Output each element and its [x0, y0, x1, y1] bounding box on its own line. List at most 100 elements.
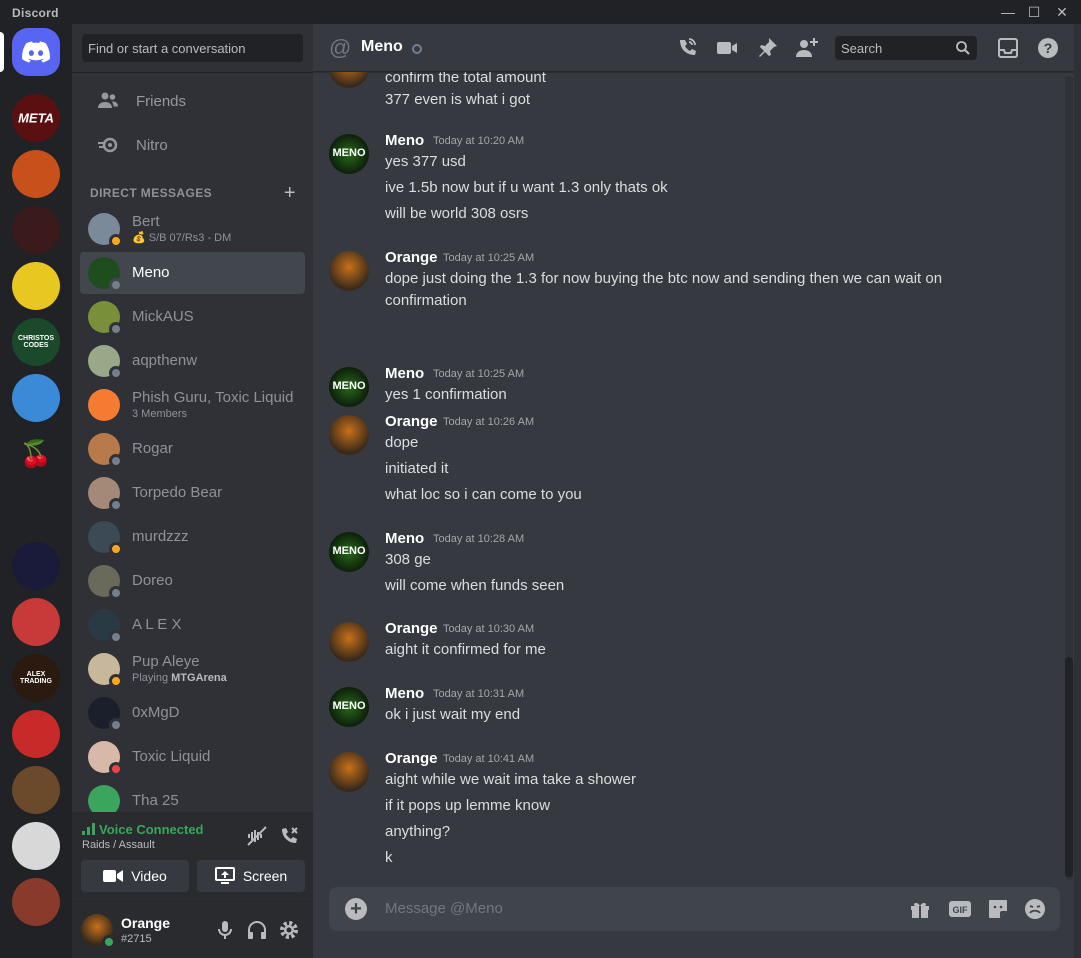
dm-item[interactable]: A L E X — [80, 604, 305, 646]
dm-item[interactable]: Torpedo Bear — [80, 472, 305, 514]
server-icon[interactable]: 🍒 — [12, 430, 60, 478]
emoji-picker-icon[interactable] — [1023, 897, 1047, 921]
server-icon[interactable] — [12, 262, 60, 310]
message-avatar[interactable] — [329, 415, 369, 455]
nav-nitro-label: Nitro — [136, 136, 168, 154]
scrollbar-thumb[interactable] — [1065, 657, 1073, 877]
title-bar: Discord — ☐ ✕ — [0, 0, 1081, 24]
message-avatar[interactable]: MENO — [329, 687, 369, 727]
add-attachment-plus-icon[interactable]: + — [345, 898, 367, 920]
dm-item[interactable]: Bert 💰 S/B 07/Rs3 - DM — [80, 208, 305, 250]
message-avatar[interactable]: MENO — [329, 134, 369, 174]
message-avatar[interactable] — [329, 251, 369, 291]
server-icon[interactable] — [12, 598, 60, 646]
dm-subtext: 💰 S/B 07/Rs3 - DM — [132, 232, 232, 244]
user-name[interactable]: Orange — [121, 915, 170, 931]
dm-item[interactable]: Phish Guru, Toxic Liquid 3 Members — [80, 384, 305, 426]
dm-recipient-name[interactable]: Meno — [361, 38, 403, 56]
screen-label: Screen — [242, 868, 288, 884]
find-conversation-input[interactable]: Find or start a conversation — [82, 34, 303, 62]
nav-nitro[interactable]: Nitro — [80, 124, 305, 166]
server-icon[interactable] — [12, 710, 60, 758]
message-avatar[interactable]: MENO — [329, 367, 369, 407]
message-author[interactable]: Orange — [385, 620, 438, 637]
voice-call-icon[interactable] — [675, 36, 699, 60]
message-author[interactable]: Meno — [385, 530, 424, 547]
minimize-button[interactable]: — — [997, 2, 1019, 22]
video-button[interactable]: Video — [81, 860, 189, 892]
server-icon[interactable] — [12, 374, 60, 422]
nav-friends[interactable]: Friends — [80, 80, 305, 122]
server-icon[interactable] — [12, 878, 60, 926]
screen-share-button[interactable]: Screen — [197, 860, 305, 892]
server-icon[interactable]: ALEX TRADING — [12, 654, 60, 702]
dm-item[interactable]: MickAUS — [80, 296, 305, 338]
dm-name: murdzzz — [132, 528, 189, 545]
message-timestamp: Today at 10:20 AM — [433, 135, 525, 147]
dm-item[interactable]: Meno — [80, 252, 305, 294]
dm-item[interactable]: Pup Aleye Playing MTGArena — [80, 648, 305, 690]
message-avatar[interactable] — [329, 72, 369, 88]
message-author[interactable]: Orange — [385, 750, 438, 767]
home-button[interactable] — [12, 28, 60, 76]
search-input[interactable]: Search — [835, 36, 977, 60]
message-composer[interactable]: + Message @Meno GIF — [329, 887, 1060, 931]
server-icon[interactable] — [12, 206, 60, 254]
voice-channel-label[interactable]: Raids / Assault — [82, 839, 155, 851]
status-offline-icon — [109, 630, 123, 644]
dm-item[interactable]: 0xMgD — [80, 692, 305, 734]
video-call-icon[interactable] — [715, 36, 739, 60]
create-dm-plus-icon[interactable]: + — [284, 182, 296, 205]
gift-icon[interactable] — [908, 897, 932, 921]
pinned-messages-icon[interactable] — [755, 36, 779, 60]
maximize-button[interactable]: ☐ — [1023, 2, 1045, 22]
settings-gear-icon[interactable] — [277, 918, 301, 942]
close-button[interactable]: ✕ — [1051, 2, 1073, 22]
help-icon[interactable]: ? — [1036, 36, 1060, 60]
status-offline-icon — [109, 454, 123, 468]
dm-subtext: 3 Members — [132, 408, 188, 420]
sticker-icon[interactable] — [986, 897, 1010, 921]
message-text: initiated it — [385, 460, 449, 477]
server-icon[interactable]: CHRISTOS CODES — [12, 318, 60, 366]
dm-item[interactable]: murdzzz — [80, 516, 305, 558]
dm-item[interactable]: Doreo — [80, 560, 305, 602]
dm-avatar — [88, 521, 123, 556]
server-label: CHRISTOS CODES — [17, 335, 55, 349]
message-author[interactable]: Orange — [385, 249, 438, 266]
server-icon[interactable] — [12, 542, 60, 590]
avatar-logo-text: MENO — [332, 380, 366, 392]
server-icon[interactable] — [12, 766, 60, 814]
message-author[interactable]: Orange — [385, 413, 438, 430]
message-text: what loc so i can come to you — [385, 486, 582, 503]
message-avatar[interactable] — [329, 622, 369, 662]
message-text: will be world 308 osrs — [385, 205, 529, 222]
inbox-icon[interactable] — [996, 36, 1020, 60]
voice-status[interactable]: Voice Connected — [82, 822, 204, 837]
dm-item[interactable]: Toxic Liquid — [80, 736, 305, 778]
message-avatar[interactable]: MENO — [329, 532, 369, 572]
message-avatar[interactable] — [329, 752, 369, 792]
message-author[interactable]: Meno — [385, 685, 424, 702]
message-input-placeholder[interactable]: Message @Meno — [385, 900, 503, 917]
message-author[interactable]: Meno — [385, 132, 424, 149]
server-icon[interactable] — [12, 822, 60, 870]
message-author[interactable]: Meno — [385, 365, 424, 382]
microphone-icon[interactable] — [213, 918, 237, 942]
disconnect-icon[interactable] — [277, 824, 301, 848]
server-icon[interactable] — [12, 486, 60, 534]
gif-icon[interactable]: GIF — [948, 897, 972, 921]
headphones-icon[interactable] — [245, 918, 269, 942]
dm-item[interactable]: aqpthenw — [80, 340, 305, 382]
server-icon[interactable] — [12, 150, 60, 198]
dm-avatar — [88, 741, 123, 776]
message-text: confirm the total amount — [385, 72, 546, 86]
message-group: MENO Meno Today at 10:31 AM ok i just wait … — [313, 685, 1053, 733]
user-status-online-icon — [102, 935, 116, 949]
dm-item[interactable]: Tha 25 — [80, 780, 305, 812]
dm-item[interactable]: Rogar — [80, 428, 305, 470]
noise-suppression-icon[interactable] — [245, 824, 269, 848]
add-friends-to-dm-icon[interactable] — [795, 36, 819, 60]
server-icon[interactable]: META — [12, 94, 60, 142]
user-avatar[interactable] — [81, 914, 116, 949]
